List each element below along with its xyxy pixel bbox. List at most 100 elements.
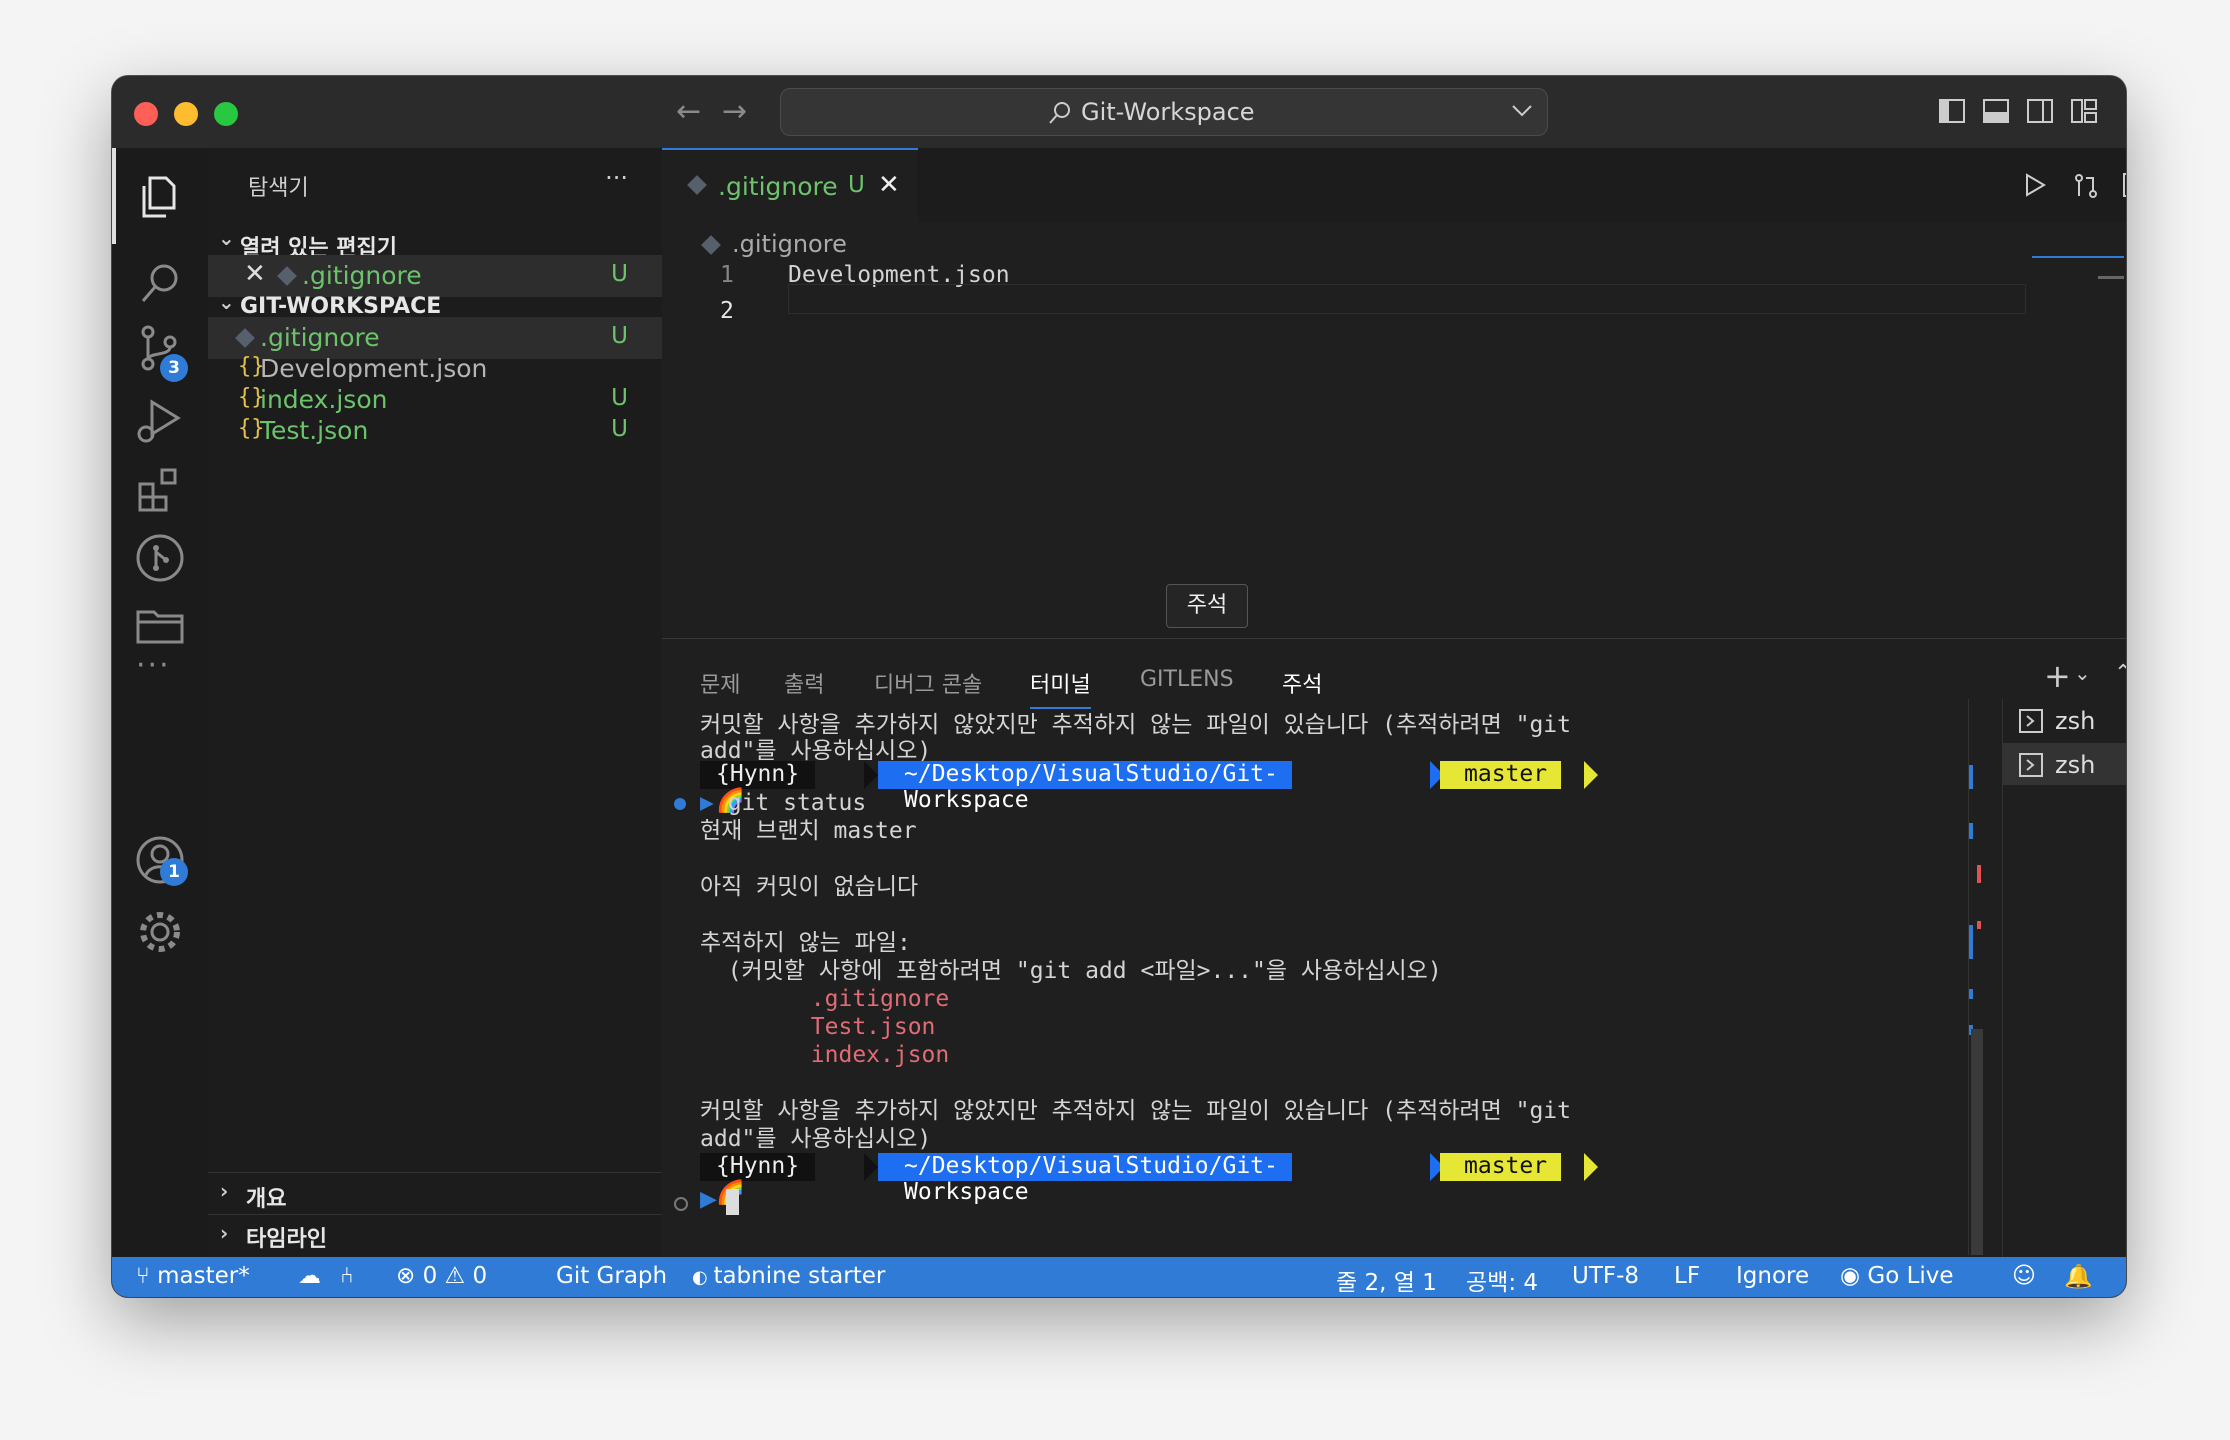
command-center-label: Git-Workspace: [1081, 98, 1255, 126]
maximize-window-button[interactable]: [214, 102, 238, 126]
prompt-branch: master: [1440, 761, 1562, 789]
open-changes-icon[interactable]: [2072, 172, 2100, 200]
file-icon: [277, 266, 297, 286]
outline-section[interactable]: › 개요: [208, 1172, 662, 1215]
back-arrow-icon[interactable]: ←: [676, 94, 701, 129]
problems-indicator[interactable]: ⊗ 0 ⚠ 0: [396, 1263, 487, 1289]
file-item[interactable]: {} Test.json U: [208, 410, 662, 452]
toggle-secondary-sidebar-icon[interactable]: [2026, 97, 2054, 125]
terminal-name: zsh: [2055, 751, 2096, 779]
timeline-label: 타임라인: [246, 1227, 327, 1252]
chevron-down-icon[interactable]: [1511, 103, 1533, 119]
language-mode[interactable]: Ignore: [1736, 1263, 1809, 1289]
outline-label: 개요: [246, 1187, 287, 1212]
run-debug-icon[interactable]: [132, 394, 188, 450]
minimize-window-button[interactable]: [174, 102, 198, 126]
toggle-panel-icon[interactable]: [1982, 97, 2010, 125]
chevron-down-icon: ⌄: [218, 290, 235, 314]
terminal-line: 추적하지 않는 파일:: [700, 930, 911, 956]
tabnine-indicator[interactable]: ◐ tabnine starter: [692, 1263, 885, 1289]
tab-problems[interactable]: 문제: [700, 667, 740, 699]
command-text: git status: [727, 790, 867, 816]
terminal-line: 커밋할 사항을 추가하지 않았지만 추적하지 않는 파일이 있습니다 (추적하려…: [700, 712, 1571, 738]
code-editor[interactable]: .gitignore 1 Development.json 2: [662, 222, 2126, 638]
error-count: 0: [422, 1263, 438, 1289]
file-name: Test.json: [260, 416, 369, 445]
line-number: 1: [720, 262, 734, 288]
git-status-badge: U: [611, 416, 628, 442]
maximize-panel-icon[interactable]: ⌃: [2114, 661, 2126, 686]
bell-icon[interactable]: 🔔: [2064, 1263, 2093, 1290]
more-views-icon[interactable]: ···: [136, 648, 171, 683]
prompt-path: ~/Desktop/VisualStudio/Git-Workspace: [878, 761, 1292, 813]
extensions-icon[interactable]: [132, 462, 188, 518]
untracked-file: Test.json: [700, 1014, 936, 1040]
command-center-search[interactable]: Git-Workspace: [780, 88, 1548, 136]
accounts-badge: 1: [160, 858, 188, 886]
tab-output[interactable]: 출력: [784, 667, 824, 699]
scroll-marker: [1969, 765, 1973, 789]
tab-comments[interactable]: 주석: [1282, 667, 1322, 699]
new-terminal-icon[interactable]: +: [2044, 657, 2071, 695]
run-icon[interactable]: [2022, 172, 2048, 198]
timeline-section[interactable]: › 타임라인: [208, 1214, 662, 1257]
prompt-user: {Hynn} 🌈: [700, 761, 816, 814]
tab-gitlens[interactable]: GITLENS: [1140, 667, 1234, 692]
git-status-badge: U: [611, 323, 628, 349]
go-live-button[interactable]: ◉ Go Live: [1840, 1263, 1954, 1289]
prompt-branch: master: [1440, 1153, 1562, 1181]
chevron-right-icon: ›: [220, 1179, 229, 1203]
terminal-item[interactable]: zsh: [2003, 743, 2126, 785]
tab-debug-console[interactable]: 디버그 콘솔: [874, 667, 982, 699]
command-decoration-dot[interactable]: [674, 1197, 688, 1211]
scroll-marker: [1969, 989, 1973, 999]
split-editor-icon[interactable]: [2122, 172, 2126, 198]
encoding[interactable]: UTF-8: [1572, 1263, 1639, 1289]
terminal-line: 커밋할 사항을 추가하지 않았지만 추적하지 않는 파일이 있습니다 (추적하려…: [700, 1098, 1571, 1124]
git-status-badge: U: [611, 385, 628, 411]
scroll-thumb[interactable]: [1971, 1029, 1983, 1255]
close-window-button[interactable]: [134, 102, 158, 126]
branch-indicator[interactable]: ⑂ master*: [136, 1263, 250, 1289]
minimap[interactable]: [2032, 256, 2124, 262]
vscode-window: ← → Git-Workspace 3 ··· 1 탐색기 ··· ⌄ 열려 있…: [112, 76, 2126, 1297]
scroll-marker: [1969, 925, 1973, 959]
sync-cloud-icon[interactable]: ☁: [298, 1263, 321, 1289]
search-icon[interactable]: [132, 256, 188, 312]
indentation[interactable]: 공백: 4: [1466, 1263, 1538, 1297]
warning-count: 0: [472, 1263, 488, 1289]
terminal-name: zsh: [2055, 707, 2096, 735]
cursor-position[interactable]: 줄 2, 열 1: [1336, 1263, 1437, 1297]
activity-bar: 3 ··· 1: [112, 148, 209, 1257]
scroll-marker: [1969, 823, 1973, 839]
tab-gitignore[interactable]: .gitignore U ✕: [662, 148, 918, 224]
customize-layout-icon[interactable]: [2070, 97, 2098, 125]
gear-icon[interactable]: [132, 904, 188, 960]
terminal-scrollbar[interactable]: [1968, 699, 1983, 1255]
end-of-line[interactable]: LF: [1674, 1263, 1700, 1289]
terminal-icon: [2019, 753, 2043, 777]
warning-icon: ⚠: [444, 1263, 473, 1289]
terminal-item[interactable]: zsh: [2003, 699, 2126, 741]
prompt-separator: [864, 1153, 878, 1181]
feedback-icon[interactable]: ☺: [2012, 1263, 2036, 1289]
terminal-command: ▶ git status: [700, 789, 2000, 817]
chevron-down-icon[interactable]: ⌄: [2074, 661, 2091, 685]
toggle-primary-sidebar-icon[interactable]: [1938, 97, 1966, 125]
sidebar-title: 탐색기: [248, 176, 309, 201]
forward-arrow-icon[interactable]: →: [722, 94, 747, 129]
close-icon[interactable]: ✕: [244, 259, 266, 289]
sidebar-more-button[interactable]: ···: [605, 164, 628, 192]
git-graph-button[interactable]: Git Graph: [556, 1263, 667, 1289]
explorer-icon[interactable]: [132, 168, 188, 224]
liveshare-source-icon[interactable]: ⑃: [340, 1263, 354, 1289]
command-decoration-dot[interactable]: [674, 798, 686, 810]
tab-name: .gitignore: [718, 172, 838, 201]
prompt-user: {Hynn} 🌈: [700, 1153, 816, 1206]
tab-terminal[interactable]: 터미널: [1030, 667, 1091, 709]
close-icon[interactable]: ✕: [878, 170, 900, 200]
gitlens-icon[interactable]: [132, 530, 188, 586]
breadcrumb[interactable]: .gitignore: [732, 230, 847, 258]
file-icon: [235, 328, 255, 348]
project-manager-folder-icon[interactable]: [132, 598, 188, 654]
